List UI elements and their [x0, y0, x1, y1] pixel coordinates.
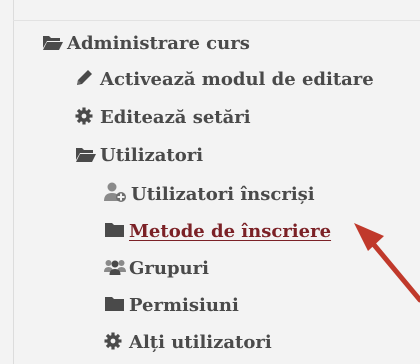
admin-panel: Administrare curs Activează modul de edi…	[0, 0, 420, 364]
annotation-arrow	[354, 223, 420, 303]
